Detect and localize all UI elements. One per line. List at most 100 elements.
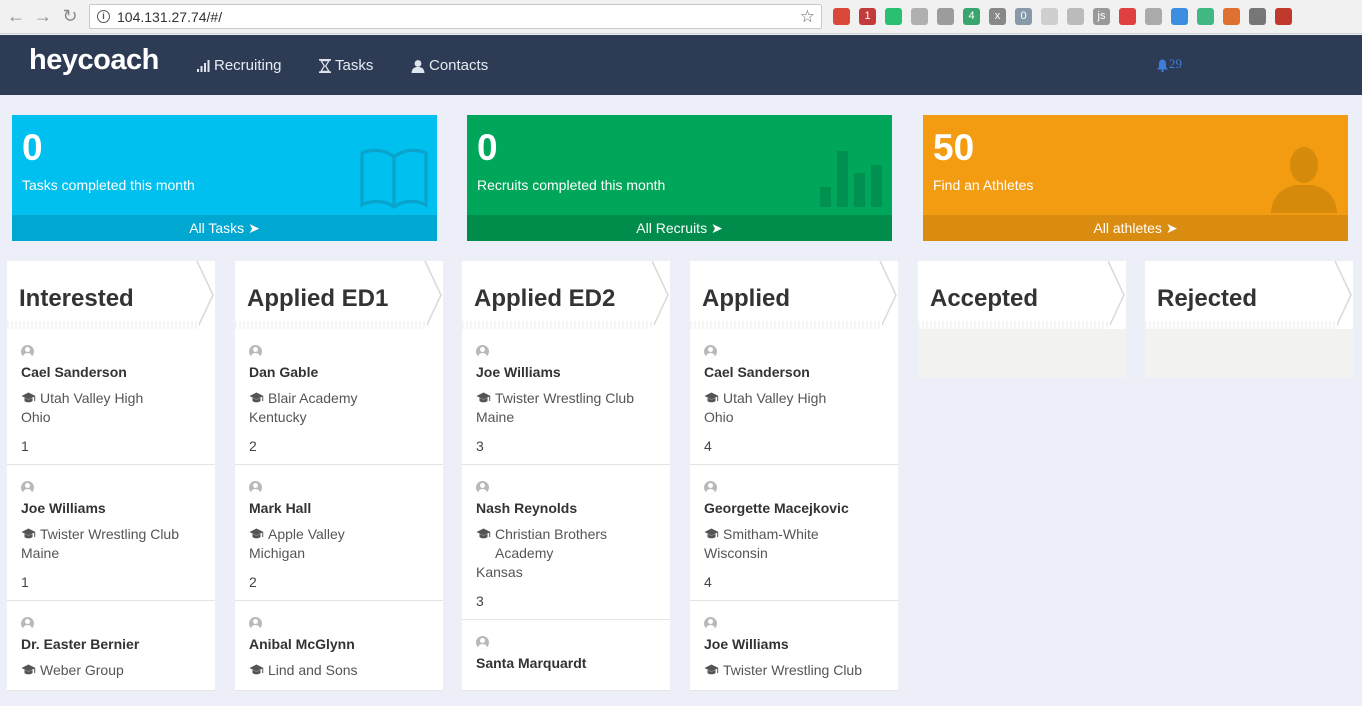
chevron-arrow-icon	[424, 261, 442, 329]
browser-extension-icon[interactable]: 1	[859, 8, 876, 25]
athlete-card[interactable]: Cael Sanderson Utah Valley High Ohio 1	[7, 329, 215, 465]
back-icon[interactable]: ←	[6, 6, 26, 26]
reload-icon[interactable]: ↻	[60, 6, 80, 26]
recruits-stat-tile: 0 Recruits completed this month All Recr…	[467, 115, 892, 241]
athlete-name[interactable]: Nash Reynolds	[476, 500, 656, 516]
column-title: Applied	[702, 285, 790, 312]
athlete-name[interactable]: Santa Marquardt	[476, 655, 656, 671]
browser-extension-icon[interactable]	[911, 8, 928, 25]
browser-extension-icon[interactable]	[1119, 8, 1136, 25]
athlete-card[interactable]: Nash Reynolds Christian Brothers Academy K…	[462, 465, 670, 620]
athlete-name[interactable]: Dr. Easter Bernier	[21, 636, 201, 652]
athlete-rank: 1	[21, 574, 29, 590]
athlete-state: Maine	[21, 545, 60, 561]
column-applied-ed2: Applied ED2 Joe Williams Twister Wrestling…	[462, 261, 670, 691]
athlete-card[interactable]: Joe Williams Twister Wrestling Club	[690, 601, 898, 691]
chevron-arrow-icon	[879, 261, 897, 329]
athlete-name[interactable]: Joe Williams	[21, 500, 201, 516]
browser-extension-icon[interactable]	[1275, 8, 1292, 25]
athlete-school: Twister Wrestling Club	[21, 525, 201, 544]
browser-extension-icon[interactable]	[1145, 8, 1162, 25]
athlete-name[interactable]: Dan Gable	[249, 364, 429, 380]
tasks-count: 0	[22, 127, 43, 168]
column-header: Applied	[690, 261, 898, 329]
athlete-card[interactable]: Anibal McGlynn Lind and Sons	[235, 601, 443, 691]
school-name: Utah Valley High	[40, 390, 144, 406]
athlete-state: Michigan	[249, 545, 306, 561]
browser-extension-icon[interactable]: 0	[1015, 8, 1032, 25]
athlete-state: Kentucky	[249, 409, 307, 425]
athlete-card[interactable]: Cael Sanderson Utah Valley High Ohio 4	[690, 329, 898, 465]
brand-logo[interactable]: heycoach	[29, 44, 159, 77]
notifications[interactable]: 29	[1156, 56, 1182, 72]
nav-recruiting[interactable]: Recruiting	[197, 57, 282, 74]
athlete-card[interactable]: Joe Williams Twister Wrestling Club Maine 1	[7, 465, 215, 601]
book-icon	[360, 148, 428, 210]
browser-extension-icon[interactable]	[937, 8, 954, 25]
address-bar[interactable]: i 104.131.27.74/#/ ☆	[89, 4, 822, 29]
browser-extension-icon[interactable]	[1171, 8, 1188, 25]
athlete-name[interactable]: Joe Williams	[476, 364, 656, 380]
url-text[interactable]: 104.131.27.74/#/	[117, 9, 222, 25]
athlete-card[interactable]: Dan Gable Blair Academy Kentucky 2	[235, 329, 443, 465]
column-title: Rejected	[1157, 285, 1258, 312]
column-title: Applied ED2	[474, 285, 616, 312]
athlete-school: Twister Wrestling Club	[476, 389, 656, 408]
browser-extension-icon[interactable]	[1067, 8, 1084, 25]
browser-extension-icon[interactable]	[1223, 8, 1240, 25]
athlete-name[interactable]: Cael Sanderson	[704, 364, 884, 380]
athlete-state: Ohio	[21, 409, 51, 425]
column-header: Accepted	[918, 261, 1126, 329]
athlete-rank: 4	[704, 438, 712, 454]
graduation-cap-icon	[249, 528, 264, 539]
browser-extension-icon[interactable]	[885, 8, 902, 25]
browser-extension-icon[interactable]	[1041, 8, 1058, 25]
browser-extension-icon[interactable]: js	[1093, 8, 1110, 25]
graduation-cap-icon	[249, 392, 264, 403]
graduation-cap-icon	[21, 664, 36, 675]
all-tasks-label: All Tasks	[189, 220, 245, 236]
all-athletes-link[interactable]: All athletes ➤	[923, 215, 1348, 241]
athlete-card[interactable]: Joe Williams Twister Wrestling Club Maine 3	[462, 329, 670, 465]
browser-extension-icon[interactable]: x	[989, 8, 1006, 25]
athlete-card[interactable]: Dr. Easter Bernier Weber Group	[7, 601, 215, 691]
all-tasks-link[interactable]: All Tasks ➤	[12, 215, 437, 241]
avatar-icon	[476, 481, 489, 494]
athlete-school: Christian Brothers Academy	[476, 525, 656, 563]
graduation-cap-icon	[21, 392, 36, 403]
athlete-name[interactable]: Mark Hall	[249, 500, 429, 516]
all-recruits-link[interactable]: All Recruits ➤	[467, 215, 892, 241]
browser-extension-icon[interactable]	[1249, 8, 1266, 25]
bookmark-star-icon[interactable]: ☆	[800, 7, 815, 27]
athlete-name[interactable]: Anibal McGlynn	[249, 636, 429, 652]
extension-badge: 1	[864, 10, 871, 22]
person-icon	[1271, 147, 1337, 213]
browser-extension-icon[interactable]	[1197, 8, 1214, 25]
avatar-icon	[21, 617, 34, 630]
athlete-card[interactable]: Mark Hall Apple Valley Michigan 2	[235, 465, 443, 601]
chevron-arrow-icon	[1107, 261, 1125, 329]
school-name: Twister Wrestling Club	[723, 662, 863, 678]
graduation-cap-icon	[476, 392, 491, 403]
avatar-icon	[704, 345, 717, 358]
athlete-name[interactable]: Georgette Macejkovic	[704, 500, 884, 516]
info-icon[interactable]: i	[97, 10, 110, 23]
avatar-icon	[249, 345, 262, 358]
athlete-name[interactable]: Joe Williams	[704, 636, 884, 652]
browser-extension-icon[interactable]: 4	[963, 8, 980, 25]
avatar-icon	[249, 617, 262, 630]
forward-icon[interactable]: →	[33, 6, 53, 26]
athletes-count: 50	[933, 127, 975, 168]
nav-tasks[interactable]: Tasks	[319, 57, 373, 74]
signal-icon	[197, 60, 210, 72]
arrow-circle-right-icon: ➤	[710, 220, 723, 236]
athlete-name[interactable]: Cael Sanderson	[21, 364, 201, 380]
athlete-card[interactable]: Santa Marquardt	[462, 620, 670, 691]
nav-contacts[interactable]: Contacts	[411, 57, 488, 74]
browser-extension-icon[interactable]	[833, 8, 850, 25]
athlete-school: Blair Academy	[249, 389, 429, 408]
school-name: Christian Brothers Academy	[495, 526, 608, 561]
graduation-cap-icon	[704, 528, 719, 539]
athlete-card[interactable]: Georgette Macejkovic Smitham-White Wiscons…	[690, 465, 898, 601]
graduation-cap-icon	[704, 392, 719, 403]
